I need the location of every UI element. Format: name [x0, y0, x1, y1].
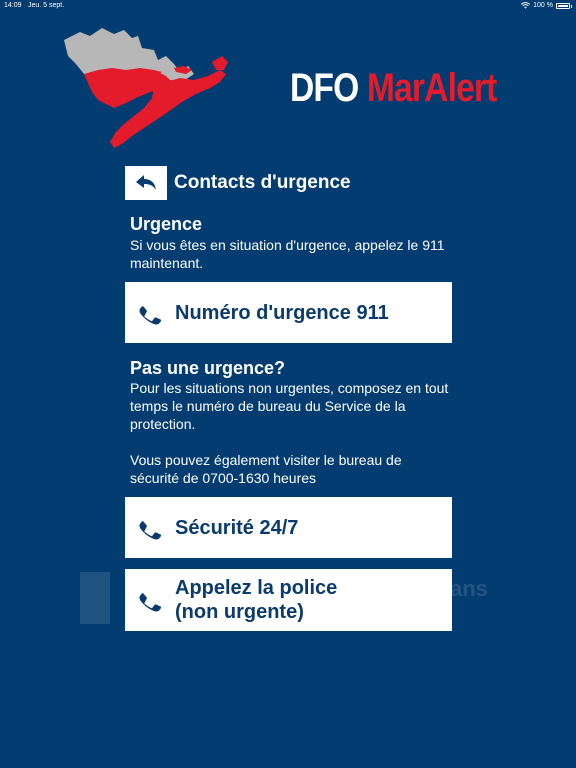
- status-date: Jeu. 5 sept.: [28, 2, 65, 9]
- phone-icon: [125, 299, 175, 327]
- emergency-text: Si vous êtes en situation d'urgence, app…: [130, 237, 445, 271]
- brand-maralert: MarAlert: [366, 66, 497, 110]
- call-police-line-2: (non urgente): [175, 601, 304, 623]
- non-emergency-text-1: Pour les situations non urgentes, compos…: [130, 380, 449, 432]
- non-emergency-heading: Pas une urgence?: [130, 358, 286, 378]
- watermark-flag: [80, 572, 110, 624]
- status-time: 14:09: [4, 2, 22, 9]
- wifi-icon: [521, 2, 531, 9]
- brand-title: DFO MarAlert: [290, 66, 497, 111]
- call-police-button[interactable]: Appelez la police (non urgente): [125, 569, 452, 631]
- maritimes-map-logo: [64, 28, 228, 148]
- brand-dfo: DFO: [290, 66, 359, 110]
- call-911-button[interactable]: Numéro d'urgence 911: [125, 282, 452, 343]
- phone-icon: [125, 586, 175, 614]
- call-police-line-1: Appelez la police: [175, 577, 338, 599]
- back-button[interactable]: [125, 166, 167, 200]
- battery-percent: 100 %: [533, 2, 553, 9]
- non-emergency-text-2: Vous pouvez également visiter le bureau …: [130, 452, 402, 486]
- screen: 14:09 Jeu. 5 sept. 100 % DFO MarAlert an…: [0, 0, 576, 768]
- call-security-label: Sécurité 24/7: [175, 516, 299, 539]
- status-bar: 14:09 Jeu. 5 sept. 100 %: [0, 0, 576, 12]
- watermark-text: ans: [450, 576, 488, 601]
- call-police-label: Appelez la police (non urgente): [175, 576, 337, 624]
- back-arrow-icon: [136, 175, 156, 190]
- call-security-button[interactable]: Sécurité 24/7: [125, 497, 452, 558]
- battery-icon: [556, 2, 572, 9]
- page-title: Contacts d'urgence: [174, 172, 351, 193]
- emergency-heading: Urgence: [130, 214, 203, 234]
- phone-icon: [125, 514, 175, 542]
- status-right: 100 %: [521, 2, 572, 9]
- call-911-label: Numéro d'urgence 911: [175, 301, 389, 324]
